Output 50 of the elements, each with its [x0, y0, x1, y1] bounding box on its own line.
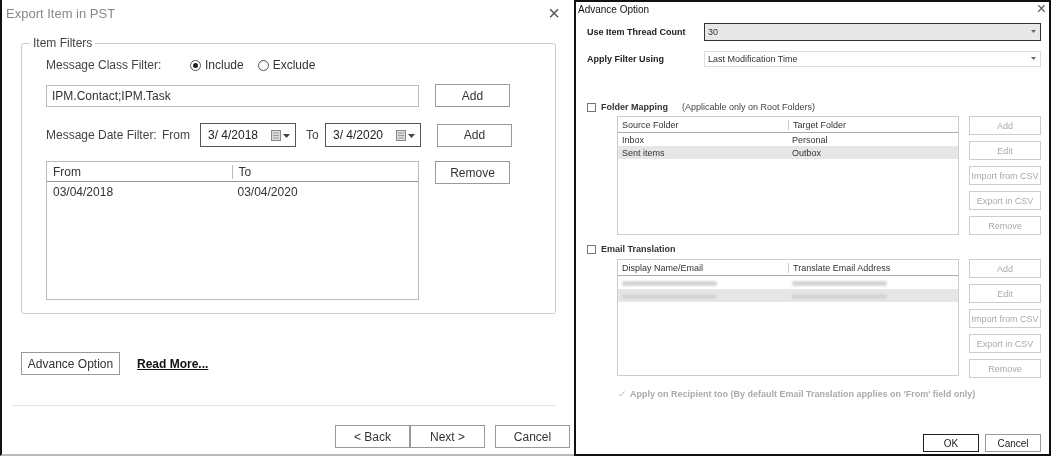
- column-header: Display Name/Email: [621, 262, 705, 273]
- add-button[interactable]: Add: [435, 84, 510, 107]
- field-label: Apply Filter Using: [587, 54, 665, 64]
- column-header: Translate Email Address: [788, 262, 958, 273]
- read-more-link[interactable]: Read More...: [137, 356, 209, 371]
- field-label: Message Class Filter:: [46, 58, 163, 72]
- field-label: To: [305, 128, 320, 142]
- dropdown-caret-icon: [1031, 57, 1036, 61]
- date-picker[interactable]: 3/ 4/2018: [200, 123, 296, 147]
- checkbox[interactable]: [587, 102, 596, 112]
- table-cell-text: 03/04/2020: [236, 185, 299, 199]
- window-title: Export Item in PST: [6, 5, 116, 21]
- radio-option[interactable]: Exclude: [257, 58, 316, 72]
- field-label: Use Item Thread Count: [587, 27, 687, 37]
- window-title: Advance Option: [578, 3, 650, 15]
- add-button[interactable]: Add: [437, 123, 512, 147]
- date-picker[interactable]: 3/ 4/2020: [325, 123, 421, 147]
- column-header: Source Folder: [621, 119, 680, 130]
- dropdown-caret-icon: [1031, 30, 1036, 34]
- checkbox[interactable]: [587, 244, 596, 254]
- advance-option-button[interactable]: Advance Option: [21, 352, 120, 375]
- checkbox-label: Email Translation: [601, 244, 676, 254]
- ok-button[interactable]: OK: [923, 434, 979, 452]
- note-text: (Applicable only on Root Folders): [682, 102, 816, 112]
- column-header: Target Folder: [788, 119, 958, 130]
- thread-count-dropdown[interactable]: 30: [704, 23, 1041, 41]
- close-button[interactable]: ×: [548, 3, 560, 23]
- checkbox-label: Folder Mapping: [601, 102, 668, 112]
- field-label: Message Date Filter:: [46, 128, 158, 142]
- wizard-nav-button[interactable]: Next >: [410, 425, 485, 448]
- group-title: Item Filters: [30, 36, 96, 50]
- table-cell-text: Sent items: [621, 147, 666, 158]
- cancel-button[interactable]: Cancel: [985, 434, 1041, 452]
- field-label: From: [162, 128, 191, 142]
- remove-button[interactable]: Remove: [435, 161, 510, 184]
- table-cell-text: 03/04/2018: [52, 185, 115, 199]
- column-header: To: [231, 164, 418, 179]
- radio-option[interactable]: Include: [190, 58, 244, 72]
- checkbox-label: Apply on Recipient too (By default Email Translation applies on 'From' field only): [630, 389, 976, 399]
- calendar-dropdown-icon: [396, 129, 416, 141]
- column-header: From: [52, 164, 82, 179]
- wizard-nav-button[interactable]: < Back: [335, 425, 410, 448]
- close-button[interactable]: ×: [1036, 1, 1046, 17]
- table-cell-text: Inbox: [621, 134, 646, 145]
- table-cell-text: Outbox: [791, 147, 823, 158]
- filter-dropdown[interactable]: Last Modification Time: [704, 51, 1041, 67]
- calendar-dropdown-icon: [271, 129, 291, 141]
- message-class-field[interactable]: IPM.Contact;IPM.Task: [46, 84, 419, 107]
- table-cell-text: Personal: [791, 134, 829, 145]
- cancel-button[interactable]: Cancel: [495, 425, 570, 448]
